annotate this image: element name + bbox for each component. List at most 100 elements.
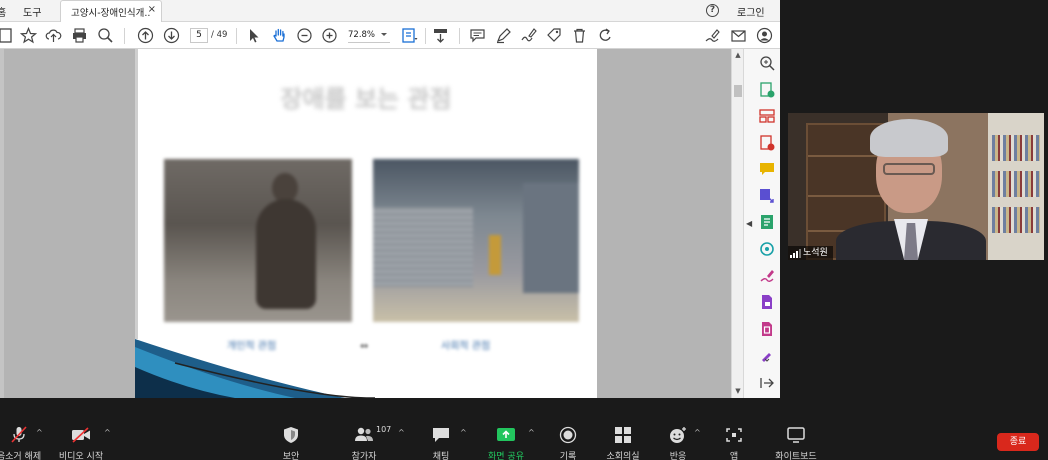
left-panel-grip[interactable] <box>0 49 4 398</box>
save-icon[interactable] <box>0 27 15 44</box>
document-tab[interactable]: 고양시-장애인식개... × <box>60 0 162 22</box>
cabinet-shelf <box>808 195 884 197</box>
mic-muted-icon <box>9 426 29 444</box>
zoom-out-icon[interactable] <box>296 27 313 44</box>
undo-icon[interactable] <box>597 27 614 44</box>
bookmark-star-icon[interactable] <box>20 27 37 44</box>
meeting-controls-bar: 음소거 해제 ^ 비디오 시작 ^ 보안 참가자 107 ^ 채팅 ^ 화면 공… <box>0 420 1048 460</box>
chevron-up-icon[interactable]: ^ <box>460 428 467 437</box>
toolbar-divider <box>236 28 237 44</box>
account-icon[interactable] <box>756 27 773 44</box>
select-cursor-icon[interactable] <box>245 27 262 44</box>
acrobat-toolbar: 5 / 49 72.8% <box>0 22 780 49</box>
video-off-icon <box>71 426 91 444</box>
shared-screen-acrobat: 홈 도구 고양시-장애인식개... × ? 로그인 5 / 49 72.8% 장… <box>0 0 780 398</box>
chevron-up-icon[interactable]: ^ <box>398 428 405 437</box>
delete-icon[interactable] <box>571 27 588 44</box>
document-tab-title: 고양시-장애인식개... <box>71 8 151 19</box>
security-label: 보안 <box>282 452 300 460</box>
chevron-down-icon[interactable] <box>381 33 387 36</box>
reactions-icon <box>668 426 688 444</box>
breakout-rooms-icon <box>613 426 633 444</box>
combine-files-icon[interactable] <box>759 188 775 204</box>
document-viewport[interactable]: 장애를 보는 관점 개인적 관점 ⇔ 사회적 관점 <box>0 49 743 398</box>
fit-page-icon[interactable] <box>401 27 418 44</box>
scan-ocr-icon[interactable] <box>759 241 775 257</box>
whiteboard-label: 화이트보드 <box>775 452 817 460</box>
books-row <box>992 135 1040 161</box>
tag-edit-icon[interactable] <box>546 27 563 44</box>
end-meeting-button[interactable]: 종료 <box>997 433 1039 451</box>
more-tools-icon[interactable] <box>759 347 775 363</box>
participant-video-tile[interactable]: 노석원 <box>788 113 1044 260</box>
page-number-input[interactable]: 5 <box>190 28 208 43</box>
books-row <box>992 207 1040 233</box>
participant-name: 노석원 <box>803 248 828 258</box>
participant-count: 107 <box>376 425 392 434</box>
background-bookshelf <box>988 113 1044 260</box>
menu-home[interactable]: 홈 <box>0 4 6 19</box>
start-video-label: 비디오 시작 <box>58 452 104 460</box>
participants-icon <box>354 426 374 444</box>
apps-label: 앱 <box>729 452 739 460</box>
chevron-up-icon[interactable]: ^ <box>104 428 111 437</box>
acrobat-menubar: 홈 도구 고양시-장애인식개... × ? 로그인 <box>0 0 780 22</box>
menu-tools[interactable]: 도구 <box>23 4 41 19</box>
slide-title: 장애를 보는 관점 <box>280 85 452 113</box>
fill-sign-icon[interactable] <box>759 268 775 284</box>
speaker-glasses <box>883 163 935 175</box>
apps-icon <box>724 426 744 444</box>
expand-panel-icon[interactable] <box>759 375 775 391</box>
slide-decoration-wave <box>135 339 375 398</box>
scroll-down-icon[interactable]: ▼ <box>734 387 742 395</box>
share-screen-label: 화면 공유 <box>488 452 524 460</box>
security-button[interactable]: 보안 <box>256 426 326 460</box>
comment-icon[interactable] <box>759 161 775 177</box>
print-icon[interactable] <box>71 27 88 44</box>
organize-pages-icon[interactable] <box>759 108 775 124</box>
scroll-up-icon[interactable]: ▲ <box>734 51 742 59</box>
export-pdf-icon[interactable] <box>759 82 775 98</box>
email-icon[interactable] <box>730 27 747 44</box>
whiteboard-button[interactable]: 화이트보드 <box>761 426 831 460</box>
help-icon[interactable]: ? <box>706 4 719 17</box>
login-link[interactable]: 로그인 <box>737 4 765 19</box>
search-zoom-icon[interactable] <box>759 55 775 71</box>
shield-icon <box>281 426 301 444</box>
search-zoom-icon[interactable] <box>97 27 114 44</box>
comment-icon[interactable] <box>469 27 486 44</box>
participants-label: 참가자 <box>351 452 377 460</box>
scroll-mode-icon[interactable] <box>432 27 449 44</box>
fill-sign-icon[interactable] <box>704 27 721 44</box>
create-pdf-icon[interactable] <box>759 135 775 151</box>
compress-pdf-icon[interactable] <box>759 321 775 337</box>
zoom-meeting-window: 홈 도구 고양시-장애인식개... × ? 로그인 5 / 49 72.8% 장… <box>0 0 1048 460</box>
scrollbar-thumb[interactable] <box>734 85 742 97</box>
highlight-pen-icon[interactable] <box>495 27 512 44</box>
draw-sign-icon[interactable] <box>520 27 537 44</box>
speaker-hair <box>870 119 948 157</box>
toolbar-divider <box>425 28 426 44</box>
page-up-icon[interactable] <box>137 27 154 44</box>
zoom-in-icon[interactable] <box>321 27 338 44</box>
chevron-up-icon[interactable]: ^ <box>36 428 43 437</box>
upload-cloud-icon[interactable] <box>45 27 62 44</box>
record-icon <box>558 426 578 444</box>
statue-figure <box>256 199 316 309</box>
apps-button[interactable]: 앱 <box>699 426 769 460</box>
building-wall <box>523 183 579 293</box>
page-total: / 49 <box>211 30 228 40</box>
close-icon[interactable]: × <box>148 4 156 15</box>
edit-pdf-icon[interactable] <box>759 214 775 230</box>
toolbar-divider <box>124 28 125 44</box>
tools-right-panel: ◀ <box>743 49 780 398</box>
page-down-icon[interactable] <box>163 27 180 44</box>
cabinet-shelf <box>808 155 884 157</box>
vertical-scrollbar[interactable]: ▲ ▼ <box>731 49 743 398</box>
protect-icon[interactable] <box>759 294 775 310</box>
books-row <box>992 171 1040 197</box>
whiteboard-icon <box>786 426 806 444</box>
collapse-panel-icon[interactable]: ◀ <box>746 219 752 228</box>
pdf-page: 장애를 보는 관점 개인적 관점 ⇔ 사회적 관점 <box>135 49 597 398</box>
hand-pan-icon[interactable] <box>271 27 288 44</box>
